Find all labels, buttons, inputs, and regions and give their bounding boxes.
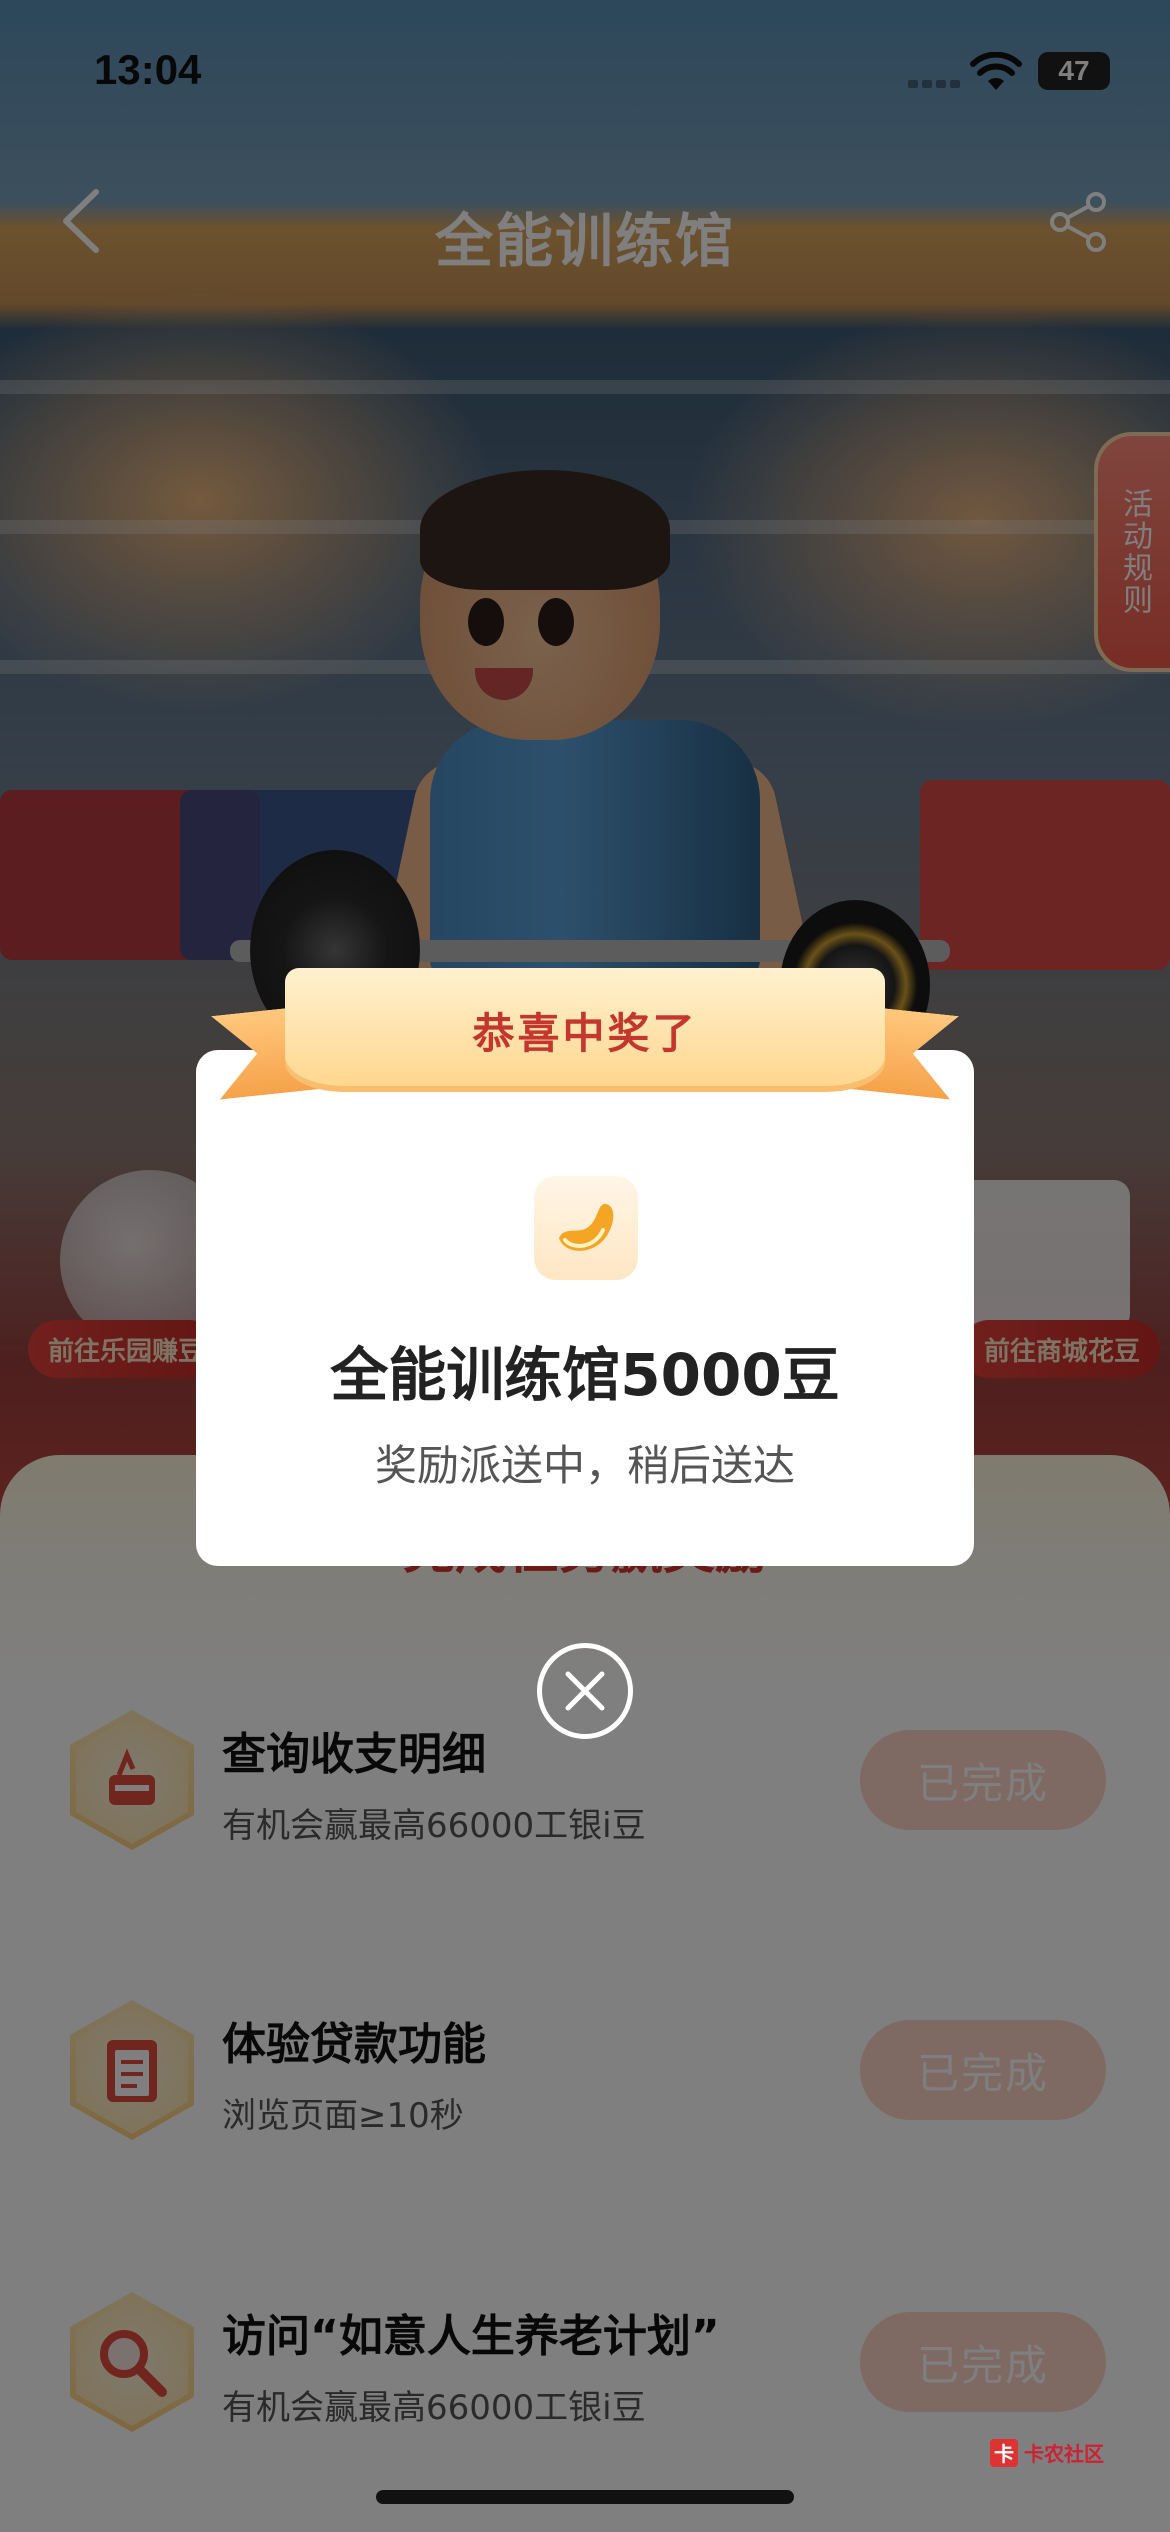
watermark-logo-icon: 卡 xyxy=(990,2438,1018,2467)
prize-title: 全能训练馆5000豆 xyxy=(330,1341,840,1409)
congrats-ribbon: 恭喜中奖了 xyxy=(215,968,955,1128)
bean-icon xyxy=(534,1176,638,1280)
close-dialog-button[interactable] xyxy=(537,1643,633,1739)
close-icon xyxy=(565,1671,605,1711)
home-indicator[interactable] xyxy=(376,2490,794,2504)
watermark: 卡 卡农社区 xyxy=(990,2438,1104,2467)
prize-subtitle: 奖励派送中，稍后送达 xyxy=(374,1441,795,1490)
watermark-text: 卡农社区 xyxy=(1024,2442,1104,2466)
congrats-text: 恭喜中奖了 xyxy=(472,1008,698,1058)
